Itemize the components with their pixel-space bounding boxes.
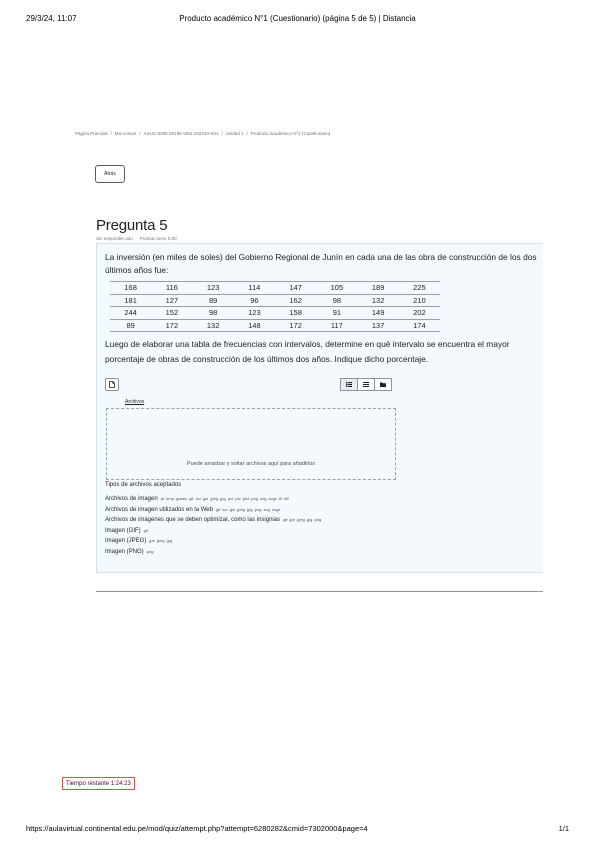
table-cell: 244 xyxy=(110,306,152,319)
view-tree-button[interactable] xyxy=(374,378,392,391)
table-cell: 174 xyxy=(398,318,440,332)
question-title: Pregunta 5 xyxy=(96,217,168,234)
accepted-type-ext: .ai .bmp .gdraw .gif .ico .jpe .jpeg .jp… xyxy=(159,496,289,501)
breadcrumb-separator: / xyxy=(110,131,112,136)
accepted-type-label: Imagen (JPEG) xyxy=(105,538,147,544)
question-points: Puntúa como 5,00 xyxy=(140,236,177,241)
list-item: Imagen (GIF) .gif xyxy=(105,526,321,537)
table-cell: 98 xyxy=(192,306,234,319)
table-cell: 123 xyxy=(192,281,234,294)
accepted-type-label: Imagen (PNG) xyxy=(105,548,144,555)
table-cell: 105 xyxy=(316,281,358,294)
table-cell: 117 xyxy=(316,318,358,332)
table-cell: 91 xyxy=(316,306,358,319)
view-icons-button[interactable] xyxy=(340,378,358,391)
table-cell: 162 xyxy=(275,293,317,307)
table-cell: 149 xyxy=(357,306,399,319)
files-folder-link[interactable]: Archivos xyxy=(125,399,144,405)
investment-data-table: 168 116 123 114 147 105 189 225 181 127 … xyxy=(110,281,440,332)
table-cell: 89 xyxy=(192,293,234,307)
list-item: Archivos de imagen .ai .bmp .gdraw .gif .… xyxy=(105,494,321,505)
table-row: 244 152 98 123 158 91 149 202 xyxy=(110,306,440,319)
table-cell: 202 xyxy=(398,306,440,319)
list-item: Archivos de imágenes que se deben optimi… xyxy=(105,515,321,526)
list-item: Imagen (PNG) .png xyxy=(105,547,321,558)
file-icon xyxy=(109,381,115,388)
table-cell: 181 xyxy=(110,293,152,307)
accepted-types-list: Archivos de imagen .ai .bmp .gdraw .gif .… xyxy=(105,494,321,557)
table-cell: 127 xyxy=(151,293,193,307)
accepted-type-ext: .gif .jpe .jpeg .jpg .png xyxy=(282,517,322,522)
accepted-type-label: Imagen (GIF) xyxy=(105,527,141,534)
table-cell: 116 xyxy=(151,281,193,294)
list-item: Archivos de imagen utilizados en la Web.… xyxy=(105,505,321,516)
table-cell: 210 xyxy=(398,293,440,307)
back-button[interactable]: Atrás xyxy=(95,165,125,183)
breadcrumb-my-courses[interactable]: Mis cursos xyxy=(115,131,137,136)
file-dropzone[interactable] xyxy=(106,408,396,480)
view-list-button[interactable] xyxy=(357,378,375,391)
question-text-intro: La inversión (en miles de soles) del Gob… xyxy=(105,252,537,275)
accepted-type-ext: .png xyxy=(145,548,154,554)
table-cell: 225 xyxy=(398,281,440,294)
accepted-type-ext: .gif .ico .jpe .jpeg .jpg .png .svg .svg… xyxy=(214,506,281,512)
folder-icon xyxy=(380,382,386,387)
accepted-type-label: Archivos de imagen xyxy=(105,496,158,502)
print-url: https://aulavirtual.continental.edu.pe/m… xyxy=(26,824,368,833)
table-row: 181 127 89 96 162 98 132 210 xyxy=(110,293,440,307)
table-cell: 172 xyxy=(275,318,317,332)
breadcrumb-separator: / xyxy=(139,131,141,136)
table-cell: 132 xyxy=(357,293,399,307)
add-file-button[interactable] xyxy=(105,378,119,391)
table-cell: 123 xyxy=(233,306,275,319)
table-cell: 114 xyxy=(233,281,275,294)
list-icon xyxy=(363,382,369,387)
table-cell: 98 xyxy=(316,293,358,307)
list-item: Imagen (JPEG) .jpe .jpeg .jpg xyxy=(105,536,321,547)
print-page-count: 1/1 xyxy=(558,824,569,833)
question-text-instruction: Luego de elaborar una tabla de frecuenci… xyxy=(105,339,510,364)
breadcrumb-unit[interactable]: Unidad 1 xyxy=(226,131,244,136)
table-cell: 189 xyxy=(357,281,399,294)
dropzone-hint: Puede arrastrar y soltar archivos aquí p… xyxy=(186,461,316,467)
table-cell: 172 xyxy=(151,318,193,332)
table-cell: 158 xyxy=(275,306,317,319)
accepted-types-title: Tipos de archivos aceptados xyxy=(105,482,182,488)
time-remaining: Tiempo restante 1:24:23 xyxy=(62,777,135,790)
question-status: Sin responder aún xyxy=(96,236,133,241)
table-row: 168 116 123 114 147 105 189 225 xyxy=(110,281,440,294)
breadcrumb-course[interactable]: ASUC-0005-25189-VM1-202410-S01 xyxy=(144,131,219,136)
table-cell: 96 xyxy=(233,293,275,307)
grid-icon xyxy=(346,382,352,387)
table-cell: 148 xyxy=(233,318,275,332)
table-cell: 152 xyxy=(151,306,193,319)
breadcrumb: Página Principal / Mis cursos / ASUC-0005-25… xyxy=(75,131,333,136)
breadcrumb-separator: / xyxy=(221,131,223,136)
view-mode-toggle xyxy=(340,378,394,391)
table-cell: 168 xyxy=(110,281,152,294)
breadcrumb-quiz[interactable]: Producto académico N°1 (Cuestionario) xyxy=(251,131,330,136)
table-cell: 147 xyxy=(275,281,317,294)
question-meta: Sin responder aún Puntúa como 5,00 xyxy=(96,236,183,241)
table-cell: 89 xyxy=(110,318,152,332)
table-cell: 137 xyxy=(357,318,399,332)
table-cell: 132 xyxy=(192,318,234,332)
breadcrumb-separator: / xyxy=(246,131,248,136)
breadcrumb-home[interactable]: Página Principal xyxy=(75,131,108,136)
divider xyxy=(96,591,543,592)
accepted-type-label: Archivos de imagen utilizados en la Web xyxy=(105,506,213,513)
accepted-type-ext: .jpe .jpeg .jpg xyxy=(148,538,173,543)
accepted-type-label: Archivos de imágenes que se deben optimi… xyxy=(105,517,281,523)
table-row: 89 172 132 148 172 117 137 174 xyxy=(110,318,440,332)
print-title: Producto académico N°1 (Cuestionario) (p… xyxy=(179,14,416,23)
accepted-type-ext: .gif xyxy=(142,527,149,533)
